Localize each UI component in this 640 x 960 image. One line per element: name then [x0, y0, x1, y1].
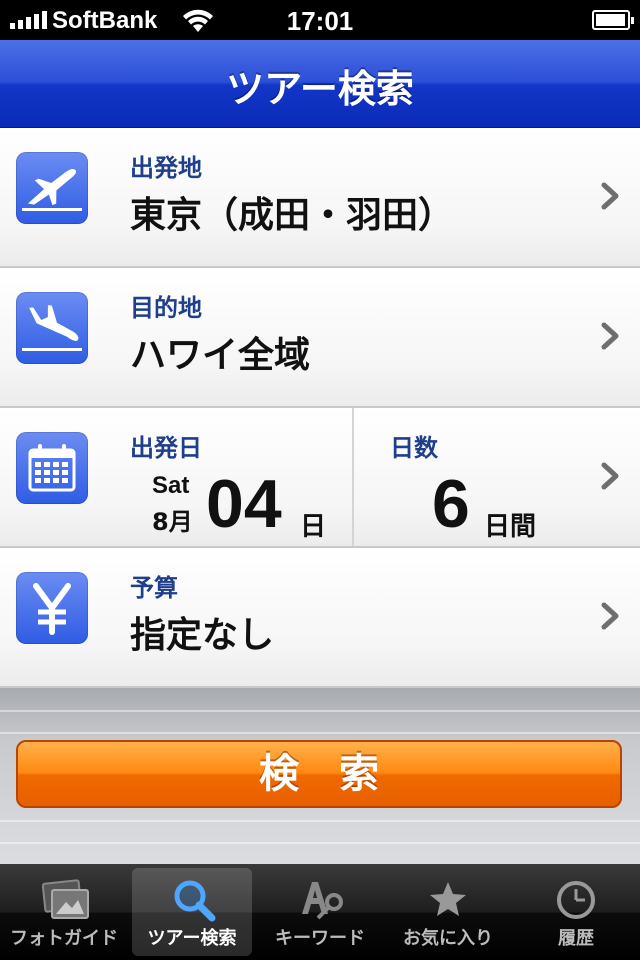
departure-day-of-week: Sat: [152, 472, 190, 499]
chevron-right-icon: [601, 182, 619, 210]
battery-icon: [592, 10, 634, 30]
tab-label: キーワード: [275, 928, 365, 949]
battery-level: [596, 14, 625, 26]
background-stripe: [0, 842, 640, 844]
airplane-takeoff-icon: [16, 152, 88, 224]
column-divider: [352, 408, 354, 546]
tab-label: お気に入り: [403, 928, 493, 949]
departure-label: 出発地: [130, 154, 202, 182]
tab-label: 履歴: [558, 928, 594, 949]
duration-value: 6: [432, 466, 470, 542]
status-time: 17:01: [286, 6, 354, 36]
airplane-landing-icon: [16, 292, 88, 364]
tab-label: フォトガイド: [10, 928, 118, 949]
departure-value: 東京（成田・羽田）: [130, 195, 455, 236]
duration-unit: 日間: [484, 512, 537, 542]
departure-month: 8月: [152, 508, 193, 536]
tab-favorites[interactable]: お気に入り: [388, 868, 508, 956]
keyword-key-icon: [302, 882, 343, 920]
tab-bar: フォトガイド ツアー検索 キーワード お気に入り 履歴: [0, 864, 640, 960]
budget-value: 指定なし: [130, 615, 275, 656]
chevron-right-icon: [601, 462, 619, 490]
search-button[interactable]: 検索: [16, 740, 622, 808]
calendar-icon: [16, 432, 88, 504]
page-title: ツアー検索: [226, 67, 414, 111]
chevron-right-icon: [601, 602, 619, 630]
status-bar: SoftBank 17:01: [0, 0, 640, 40]
tab-keyword[interactable]: キーワード: [260, 868, 380, 956]
navigation-bar: ツアー検索: [0, 40, 640, 128]
tab-history[interactable]: 履歴: [516, 868, 636, 956]
duration-label: 日数: [390, 434, 438, 462]
photo-icon: [42, 879, 89, 919]
background-stripe: [0, 820, 640, 822]
tab-label: ツアー検索: [147, 928, 237, 949]
departure-row[interactable]: 出発地 東京（成田・羽田）: [0, 128, 640, 268]
magnifier-icon: [174, 880, 216, 922]
background-stripe: [0, 710, 640, 712]
chevron-right-icon: [601, 322, 619, 350]
destination-row[interactable]: 目的地 ハワイ全域: [0, 268, 640, 408]
tab-photo-guide[interactable]: フォトガイド: [4, 868, 124, 956]
destination-value: ハワイ全域: [130, 335, 311, 376]
yen-icon: [16, 572, 88, 644]
departure-day-unit: 日: [300, 512, 327, 542]
background-stripe: [0, 732, 640, 734]
budget-label: 予算: [130, 574, 178, 602]
clock-icon: [557, 881, 595, 919]
star-icon: [430, 882, 466, 916]
destination-label: 目的地: [130, 294, 202, 322]
departure-day: 04: [206, 466, 282, 542]
tab-tour-search[interactable]: ツアー検索: [132, 868, 252, 956]
budget-row[interactable]: 予算 指定なし: [0, 548, 640, 688]
departure-date-label: 出発日: [130, 434, 202, 462]
date-duration-row[interactable]: 出発日 Sat 8月 04 日 日数 6 日間: [0, 408, 640, 548]
